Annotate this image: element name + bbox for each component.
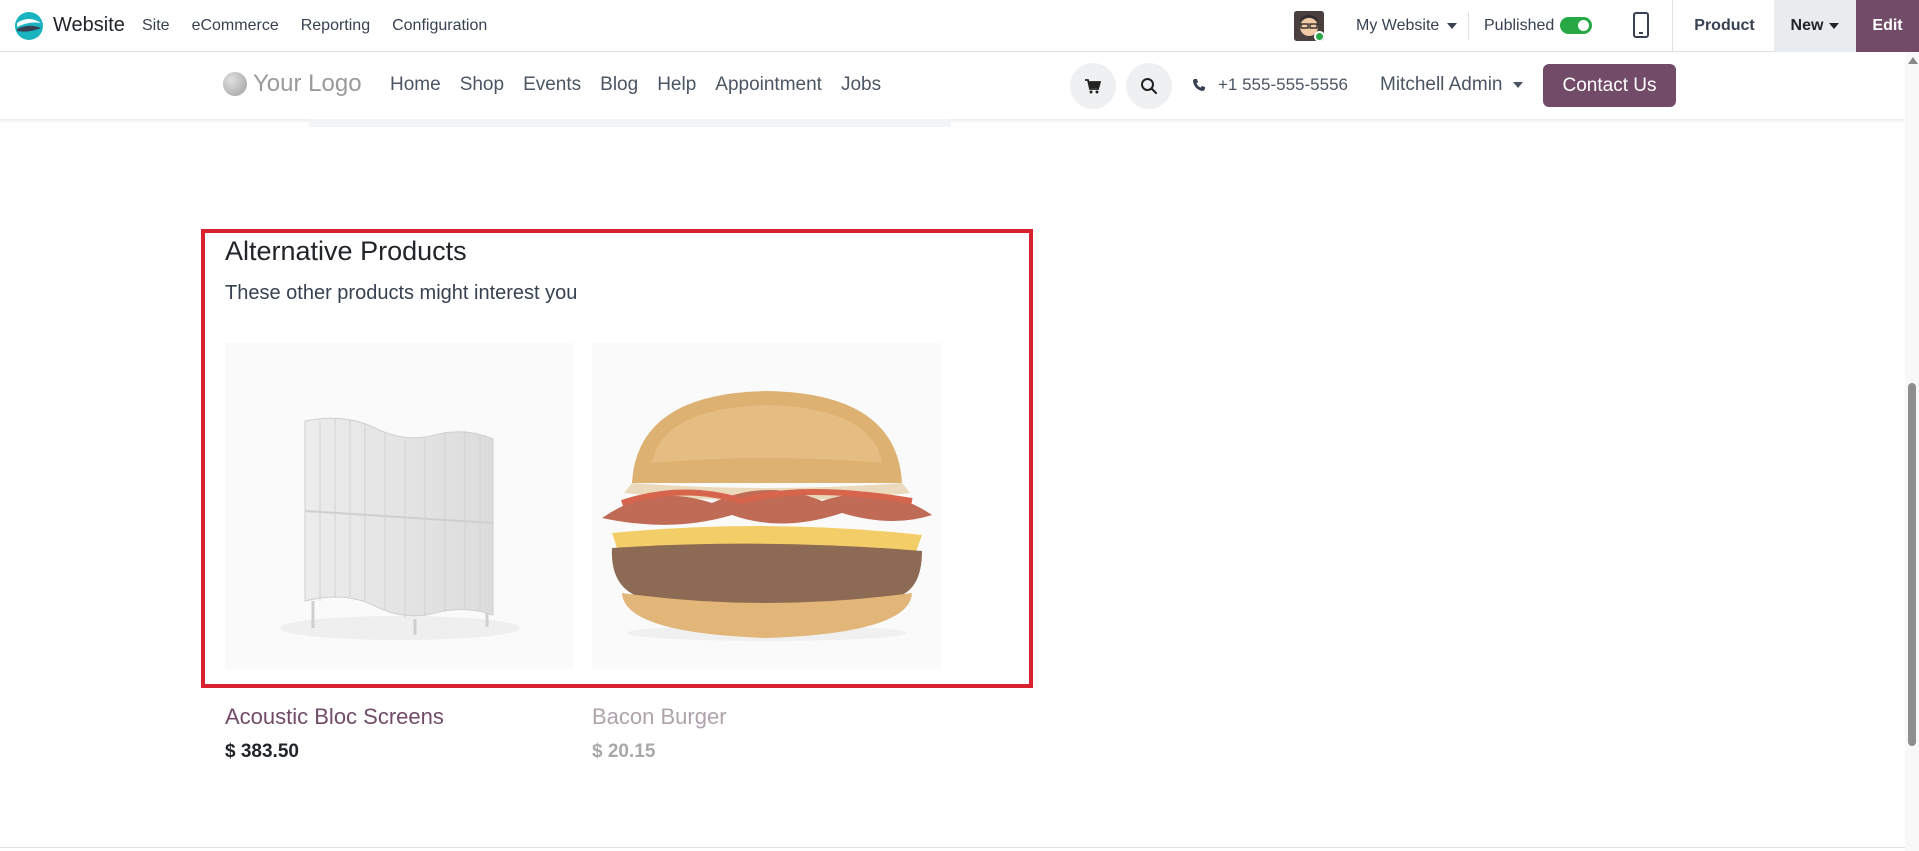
user-name: Mitchell Admin [1380,74,1503,95]
acoustic-screen-image [280,417,520,640]
section-divider [0,847,1905,848]
nav-home[interactable]: Home [390,74,441,96]
menu-configuration[interactable]: Configuration [392,17,487,35]
cart-button[interactable] [1070,63,1116,109]
nav-events[interactable]: Events [523,74,581,96]
phone-number: +1 555-555-5556 [1218,75,1348,94]
user-avatar[interactable] [1294,11,1324,41]
contact-us-label: Contact Us [1562,74,1657,96]
product-button[interactable]: Product [1672,0,1776,52]
cart-icon [1085,78,1101,93]
menu-reporting[interactable]: Reporting [301,17,370,35]
website-app-icon[interactable] [14,11,44,41]
logo-text: Your Logo [253,70,362,97]
nav-shop[interactable]: Shop [460,74,504,96]
scrollbar-thumb[interactable] [1908,383,1916,746]
contact-us-button[interactable]: Contact Us [1543,64,1676,107]
section-title: Alternative Products [225,236,467,266]
published-label: Published [1484,17,1555,34]
website-selector-label: My Website [1356,17,1440,34]
app-name[interactable]: Website [53,14,125,37]
product-name-acoustic[interactable]: Acoustic Bloc Screens [225,704,444,730]
chevron-down-icon [1829,23,1840,29]
edit-button[interactable]: Edit [1856,0,1919,52]
edit-button-label: Edit [1872,17,1903,34]
product-image-acoustic-screen[interactable] [225,343,574,669]
nav-blog[interactable]: Blog [600,74,638,96]
product-name-bacon-burger[interactable]: Bacon Burger [592,704,727,730]
product-image-bacon-burger[interactable] [592,343,941,669]
menu-site[interactable]: Site [142,17,170,35]
top-menu: Site eCommerce Reporting Configuration [142,17,487,35]
website-selector[interactable]: My Website [1356,17,1458,35]
phone-icon [1193,79,1205,91]
main-nav: Home Shop Events Blog Help Appointment J… [390,74,881,96]
menu-ecommerce[interactable]: eCommerce [192,17,279,35]
previous-section-edge [309,119,951,127]
chevron-down-icon [1447,23,1458,29]
online-status-icon [1314,31,1324,41]
site-logo[interactable]: Your Logo [223,70,362,98]
product-button-label: Product [1694,17,1755,34]
nav-help[interactable]: Help [657,74,696,96]
mobile-preview-icon[interactable] [1633,12,1649,38]
burger-image [602,391,932,641]
product-price-bacon-burger: $ 20.15 [592,741,656,762]
user-menu[interactable]: Mitchell Admin [1380,74,1523,96]
nav-jobs[interactable]: Jobs [841,74,881,96]
published-toggle[interactable] [1560,17,1592,34]
logo-mark-icon [223,72,247,96]
chevron-down-icon [1512,82,1523,88]
new-button[interactable]: New [1774,0,1856,52]
divider [1468,12,1469,40]
site-header: Your Logo Home Shop Events Blog Help App… [0,53,1905,119]
new-button-label: New [1790,17,1824,34]
section-subtitle: These other products might interest you [225,282,578,304]
phone-link[interactable]: +1 555-555-5556 [1192,75,1348,95]
search-button[interactable] [1126,63,1172,109]
nav-appointment[interactable]: Appointment [715,74,822,96]
scroll-up-arrow-icon[interactable] [1908,57,1918,64]
product-price-acoustic: $ 383.50 [225,741,299,762]
page-scrollbar[interactable] [1905,53,1919,851]
admin-topbar: Website Site eCommerce Reporting Configu… [0,0,1919,52]
search-icon [1141,78,1158,95]
